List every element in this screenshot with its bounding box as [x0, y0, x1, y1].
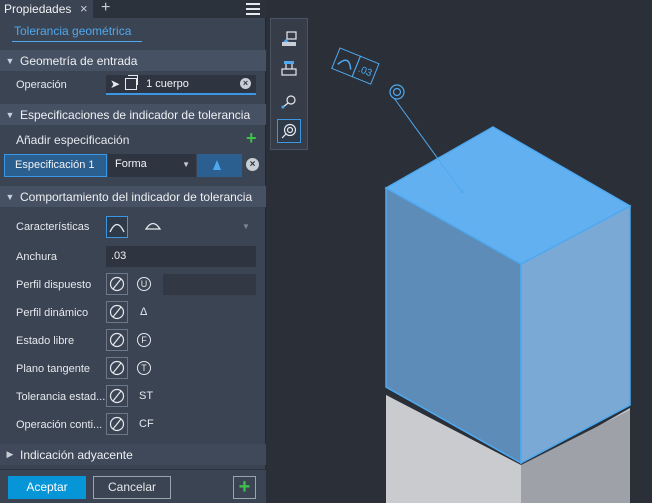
datum-target-button[interactable] — [277, 57, 301, 81]
panel-footer: Aceptar Cancelar + — [0, 469, 266, 503]
section-adjacent-indication[interactable]: ▶ Indicación adyacente — [0, 444, 266, 465]
no-modifier-button[interactable] — [106, 273, 128, 295]
profile-surface-icon — [144, 222, 162, 230]
tolerance-frame[interactable]: .03 — [331, 47, 380, 85]
datum-target-icon — [281, 61, 297, 76]
section-adjacent-label: Indicación adyacente — [20, 447, 133, 462]
model-scene: .03 — [331, 47, 632, 503]
statistical-tolerance-label: Tolerancia estad... — [16, 391, 106, 403]
profile-surface-button[interactable] — [143, 219, 163, 235]
no-modifier-icon — [109, 276, 125, 292]
spec-1-label[interactable]: Especificación 1 — [4, 154, 107, 177]
free-state-modifier-icon[interactable]: F — [137, 333, 151, 347]
unequal-modifier-icon[interactable]: U — [137, 277, 151, 291]
profile-disposed-label: Perfil dispuesto — [16, 279, 92, 291]
no-modifier-icon — [109, 360, 125, 376]
no-modifier-button[interactable] — [106, 329, 128, 351]
tangent-plane-modifier-icon[interactable]: T — [137, 361, 151, 375]
handle-outer-ring-icon — [389, 84, 405, 100]
collapse-arrow-icon: ▼ — [5, 109, 15, 120]
spec-type-value: Forma — [115, 158, 147, 170]
no-modifier-button[interactable] — [106, 357, 128, 379]
section-input-geometry-label: Geometría de entrada — [20, 53, 138, 68]
annotation-value: .03 — [356, 64, 373, 80]
datum-identifier-icon — [282, 31, 297, 46]
operation-value: 1 cuerpo — [146, 78, 189, 90]
no-modifier-icon — [109, 304, 125, 320]
section-input-geometry[interactable]: ▼ Geometría de entrada — [0, 50, 266, 71]
collapse-arrow-icon: ▼ — [5, 55, 15, 66]
no-modifier-button[interactable] — [106, 413, 128, 435]
app-window: Propiedades × + Tolerancia geométrica ▼ … — [0, 0, 652, 503]
graphics-viewport[interactable]: .03 — [310, 0, 652, 503]
add-spec-plus-icon[interactable]: + — [246, 129, 257, 147]
continuous-operation-label: Operación conti... — [16, 419, 103, 431]
operation-selector[interactable]: ➤ 1 cuerpo × — [106, 75, 256, 95]
profile-line-button[interactable] — [106, 216, 128, 238]
free-state-label: Estado libre — [16, 335, 75, 347]
dynamic-modifier-icon[interactable]: Δ — [140, 306, 147, 318]
tolerance-symbol-icon — [213, 160, 221, 170]
properties-panel: Propiedades × + Tolerancia geométrica ▼ … — [0, 0, 266, 503]
geometric-tolerance-button[interactable] — [277, 119, 301, 143]
width-input[interactable]: .03 — [106, 246, 256, 267]
geometric-tolerance-icon — [281, 123, 297, 139]
statistical-modifier-icon[interactable]: ST — [139, 390, 153, 402]
operation-label: Operación — [16, 79, 67, 91]
profile-dynamic-label: Perfil dinámico — [16, 307, 89, 319]
ok-button[interactable]: Aceptar — [8, 476, 86, 499]
tab-close-icon[interactable]: × — [80, 2, 88, 16]
panel-titlebar: Propiedades × + — [0, 0, 266, 18]
add-spec-label: Añadir especificación — [16, 133, 130, 147]
profile-line-icon — [109, 223, 125, 233]
section-indicator-specs-label: Especificaciones de indicador de toleran… — [20, 107, 251, 122]
annotation-handle[interactable] — [389, 84, 405, 100]
profile-line-symbol-icon — [337, 59, 352, 70]
section-indicator-behavior-label: Comportamiento del indicador de toleranc… — [20, 189, 253, 204]
cursor-arrow-icon: ➤ — [110, 77, 121, 91]
no-modifier-button[interactable] — [106, 385, 128, 407]
collapse-arrow-icon: ▼ — [5, 191, 15, 202]
spec-type-select[interactable]: Forma ▼ — [108, 154, 196, 177]
characteristics-dropdown-icon[interactable]: ▼ — [242, 222, 250, 231]
tab-add-icon[interactable]: + — [101, 0, 110, 16]
command-subtitle[interactable]: Tolerancia geométrica — [14, 24, 131, 38]
tab-properties-label: Propiedades — [4, 2, 72, 16]
tangent-plane-label: Plano tangente — [16, 363, 91, 375]
unequal-value-input[interactable] — [163, 274, 256, 295]
characteristics-label: Características — [16, 221, 90, 233]
spec-symbol-button[interactable] — [197, 154, 242, 177]
expand-arrow-icon: ▶ — [6, 449, 14, 459]
chevron-down-icon: ▼ — [182, 160, 190, 169]
no-modifier-icon — [109, 388, 125, 404]
delete-spec-icon[interactable]: × — [246, 158, 259, 171]
spec-row: Especificación 1 Forma ▼ × — [4, 154, 266, 177]
handle-inner-ring-icon — [392, 87, 402, 97]
no-modifier-icon — [109, 416, 125, 432]
no-modifier-icon — [109, 332, 125, 348]
annotation-mini-toolbar — [270, 18, 308, 150]
cancel-button[interactable]: Cancelar — [93, 476, 171, 499]
section-indicator-specs[interactable]: ▼ Especificaciones de indicador de toler… — [0, 104, 266, 125]
datum-identifier-button[interactable] — [277, 27, 301, 51]
section-indicator-behavior[interactable]: ▼ Comportamiento del indicador de tolera… — [0, 186, 266, 207]
leader-anchor-point — [460, 190, 464, 194]
subtitle-underline — [12, 41, 142, 42]
surface-texture-button[interactable] — [277, 89, 301, 113]
apply-add-button[interactable]: + — [233, 476, 256, 499]
continuous-feature-modifier-icon[interactable]: CF — [139, 418, 154, 430]
surface-texture-icon — [281, 95, 296, 109]
clear-selection-icon[interactable]: × — [240, 78, 251, 89]
width-label: Anchura — [16, 251, 57, 263]
hamburger-menu-icon[interactable] — [246, 3, 260, 15]
no-modifier-button[interactable] — [106, 301, 128, 323]
body-cube-icon — [125, 75, 139, 90]
